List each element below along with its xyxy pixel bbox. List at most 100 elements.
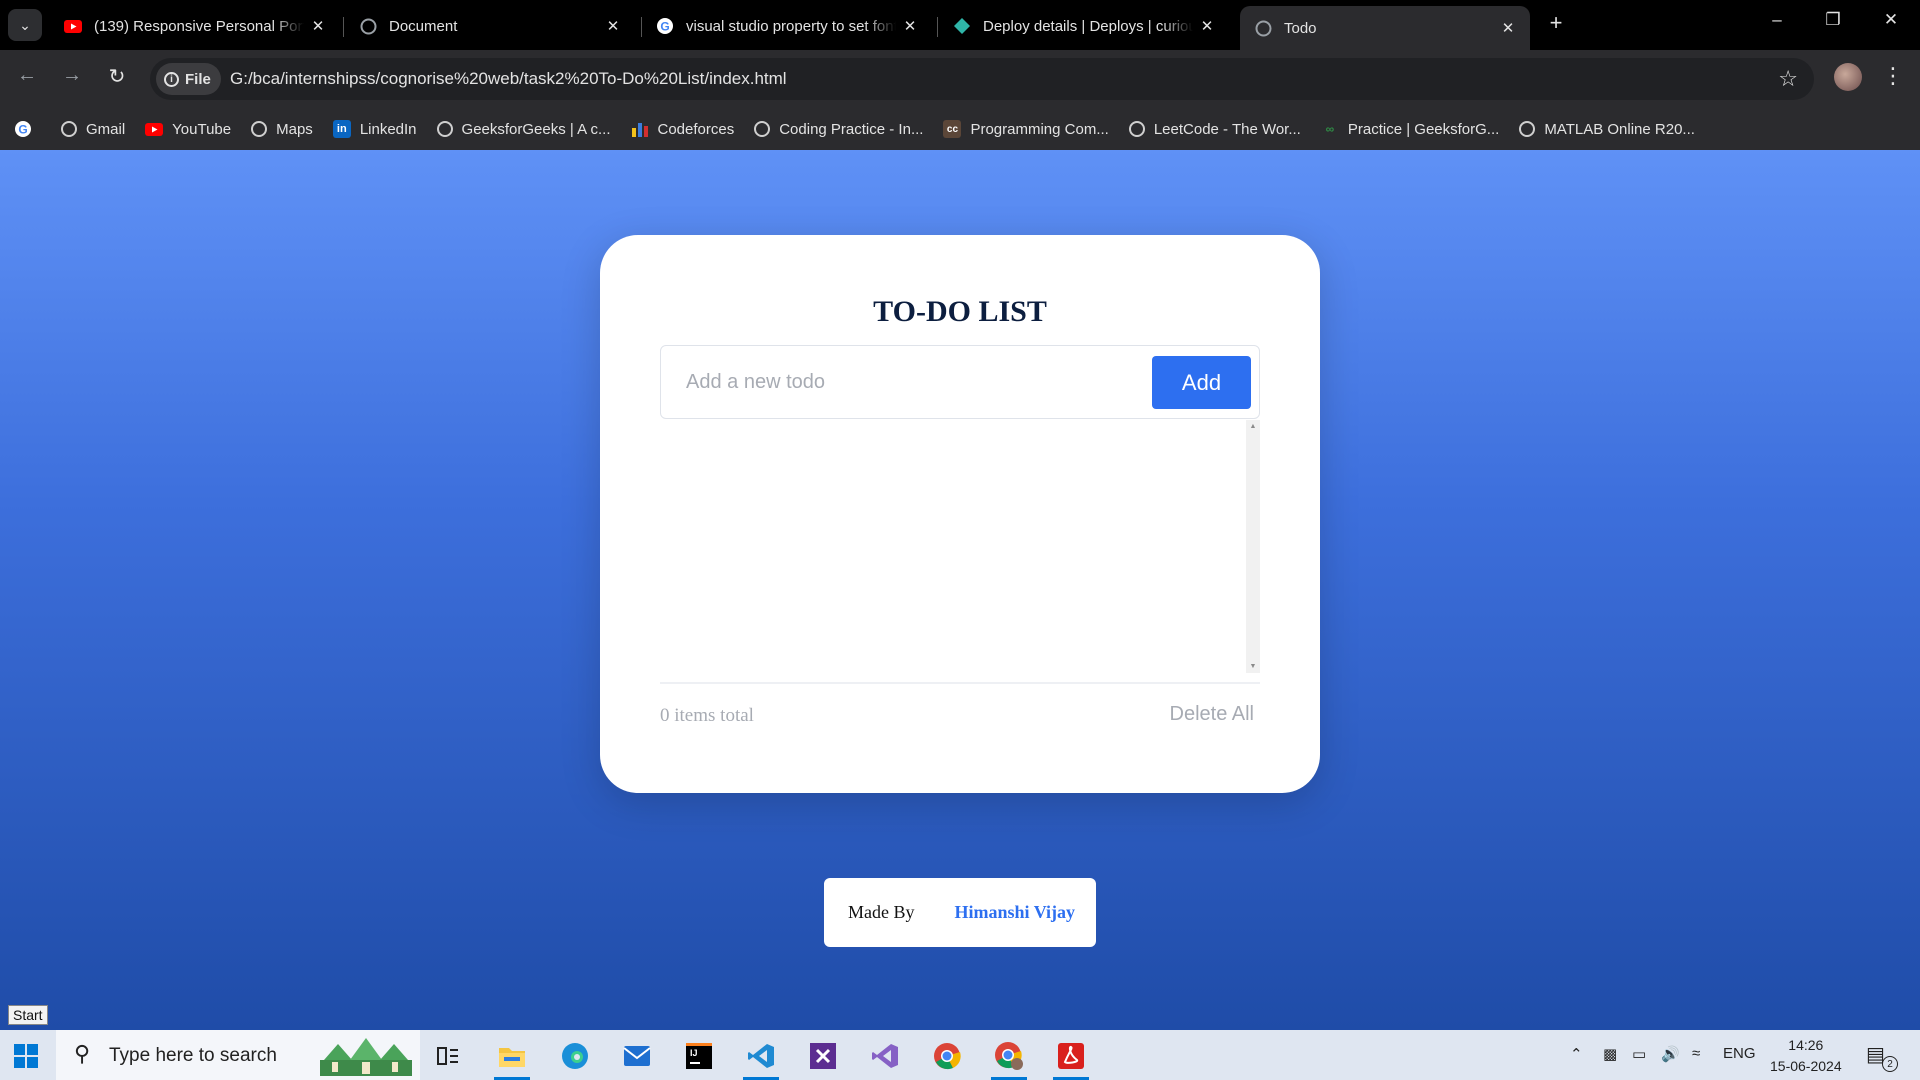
scroll-up-icon[interactable]: ▲: [1246, 423, 1260, 430]
scroll-down-icon[interactable]: ▼: [1246, 663, 1260, 670]
chrome-icon[interactable]: [927, 1036, 967, 1076]
visual-studio-icon[interactable]: [803, 1036, 843, 1076]
restore-button[interactable]: ❐: [1813, 10, 1853, 30]
bookmark-label: Maps: [276, 120, 313, 138]
info-icon: i: [164, 71, 179, 87]
intellij-icon[interactable]: IJ: [679, 1036, 719, 1076]
bookmark-youtube[interactable]: YouTube: [145, 120, 231, 138]
meet-now-icon[interactable]: ▩: [1603, 1045, 1617, 1063]
bookmark-label: Coding Practice - In...: [779, 120, 924, 138]
windows-taskbar: ⚲ Type here to search IJ ⌃ ▩ ▭ 🔊 ≈ ENG 1…: [0, 1030, 1920, 1080]
add-button[interactable]: Add: [1152, 356, 1251, 409]
made-by-label: Made By: [848, 902, 915, 922]
plus-icon: +: [1549, 10, 1563, 35]
youtube-icon: [145, 120, 164, 138]
tab-document[interactable]: Document ✕: [345, 8, 635, 44]
todo-list-scrollbar[interactable]: ▲ ▼: [1246, 420, 1260, 673]
visual-studio-alt-icon[interactable]: [865, 1036, 905, 1076]
tab-netlify-deploy[interactable]: Deploy details | Deploys | curious ✕: [939, 8, 1229, 44]
show-hidden-icons-icon[interactable]: ⌃: [1570, 1045, 1583, 1063]
wifi-icon[interactable]: ≈: [1692, 1045, 1700, 1062]
linkedin-icon: in: [332, 120, 351, 138]
globe-icon: [1128, 121, 1145, 137]
close-icon[interactable]: ✕: [1494, 19, 1522, 37]
task-view-icon[interactable]: [428, 1036, 468, 1076]
svg-text:G: G: [18, 123, 27, 137]
close-icon[interactable]: ✕: [896, 17, 924, 35]
items-count: 0 items total: [660, 705, 754, 726]
bookmark-maps[interactable]: Maps: [251, 121, 313, 138]
tab-title: Deploy details | Deploys | curious: [983, 17, 1193, 35]
bookmark-star-icon[interactable]: ☆: [1778, 66, 1798, 92]
url-text[interactable]: G:/bca/internshipss/cognorise%20web/task…: [230, 69, 787, 89]
reload-icon: ↻: [108, 66, 126, 88]
tab-google-search[interactable]: G visual studio property to set font ✕: [642, 8, 932, 44]
reload-button[interactable]: ↻: [102, 64, 132, 89]
bookmark-google[interactable]: G: [14, 120, 41, 138]
bookmark-leetcode[interactable]: LeetCode - The Wor...: [1128, 121, 1301, 138]
tab-search-button[interactable]: ⌄: [8, 9, 42, 41]
volume-icon[interactable]: 🔊: [1661, 1045, 1680, 1063]
google-icon: G: [14, 120, 32, 138]
file-explorer-icon[interactable]: [492, 1036, 532, 1080]
bookmark-label: MATLAB Online R20...: [1544, 120, 1695, 138]
todo-title: TO-DO LIST: [873, 295, 1047, 328]
edge-icon[interactable]: [555, 1036, 595, 1076]
todo-card: TO-DO LIST Add ▲ ▼ 0 items total Delete …: [600, 235, 1320, 793]
battery-icon[interactable]: ▭: [1632, 1045, 1646, 1063]
bookmark-gmail[interactable]: Gmail: [61, 121, 125, 138]
author-name[interactable]: Himanshi Vijay: [955, 902, 1076, 923]
todo-input[interactable]: [661, 346, 1141, 418]
close-icon[interactable]: ✕: [599, 17, 627, 35]
tab-title: Todo: [1284, 19, 1317, 37]
bookmark-label: YouTube: [172, 120, 232, 138]
bookmark-coding-practice[interactable]: Coding Practice - In...: [754, 121, 923, 138]
notification-center-icon[interactable]: ▤ 2: [1866, 1042, 1898, 1072]
taskbar-search[interactable]: ⚲ Type here to search: [56, 1030, 420, 1080]
close-icon[interactable]: ✕: [304, 17, 332, 35]
browser-toolbar: ← → ↻ i File G:/bca/internshipss/cognori…: [0, 50, 1920, 108]
mail-icon[interactable]: [617, 1036, 657, 1076]
bookmark-label: Codeforces: [657, 120, 735, 138]
globe-icon: [251, 121, 268, 137]
bookmark-matlab[interactable]: MATLAB Online R20...: [1519, 121, 1695, 138]
bookmark-codeforces[interactable]: Codeforces: [631, 120, 735, 138]
system-clock[interactable]: 14:26 15-06-2024: [1770, 1035, 1842, 1077]
bookmark-gfg-practice[interactable]: ∞ Practice | GeeksforG...: [1321, 120, 1500, 138]
minimize-button[interactable]: –: [1757, 10, 1797, 30]
new-tab-button[interactable]: +: [1542, 10, 1570, 36]
browser-tab-strip: ⌄ (139) Responsive Personal Portfolio ✕ …: [0, 0, 1920, 50]
globe-icon: [436, 121, 453, 137]
globe-icon: [1519, 121, 1536, 137]
list-divider: [660, 682, 1260, 684]
tab-youtube-portfolio[interactable]: (139) Responsive Personal Portfolio ✕: [50, 8, 340, 44]
tab-todo[interactable]: Todo ✕: [1240, 6, 1530, 50]
delete-all-button[interactable]: Delete All: [1170, 703, 1255, 726]
acrobat-icon[interactable]: [1051, 1036, 1091, 1080]
site-info-chip[interactable]: i File: [156, 63, 221, 95]
tab-separator: [937, 17, 938, 37]
language-indicator[interactable]: ENG: [1723, 1045, 1756, 1062]
tab-separator: [343, 17, 344, 37]
chrome-profile-icon[interactable]: [989, 1036, 1029, 1080]
address-bar[interactable]: i File G:/bca/internshipss/cognorise%20w…: [150, 58, 1814, 100]
bookmark-codechef[interactable]: cc Programming Com...: [943, 120, 1109, 138]
taskbar-search-placeholder: Type here to search: [109, 1045, 277, 1066]
close-window-button[interactable]: ✕: [1871, 10, 1911, 30]
youtube-icon: [64, 17, 82, 35]
search-highlight-icon: [320, 1038, 412, 1076]
more-menu-icon[interactable]: ⋮: [1882, 63, 1904, 89]
bookmark-geeksforgeeks[interactable]: GeeksforGeeks | A c...: [436, 121, 611, 138]
globe-icon: [61, 121, 77, 137]
windows-start-icon[interactable]: [14, 1044, 38, 1068]
tab-title: visual studio property to set font: [686, 17, 896, 35]
page-viewport: TO-DO LIST Add ▲ ▼ 0 items total Delete …: [0, 150, 1920, 1030]
profile-avatar[interactable]: [1834, 63, 1862, 91]
back-button[interactable]: ←: [12, 64, 42, 87]
close-icon[interactable]: ✕: [1193, 17, 1221, 35]
vscode-icon[interactable]: [741, 1036, 781, 1080]
codechef-icon: cc: [943, 120, 962, 138]
bookmark-linkedin[interactable]: in LinkedIn: [332, 120, 417, 138]
forward-button[interactable]: →: [57, 64, 87, 87]
notification-count: 2: [1882, 1056, 1898, 1072]
